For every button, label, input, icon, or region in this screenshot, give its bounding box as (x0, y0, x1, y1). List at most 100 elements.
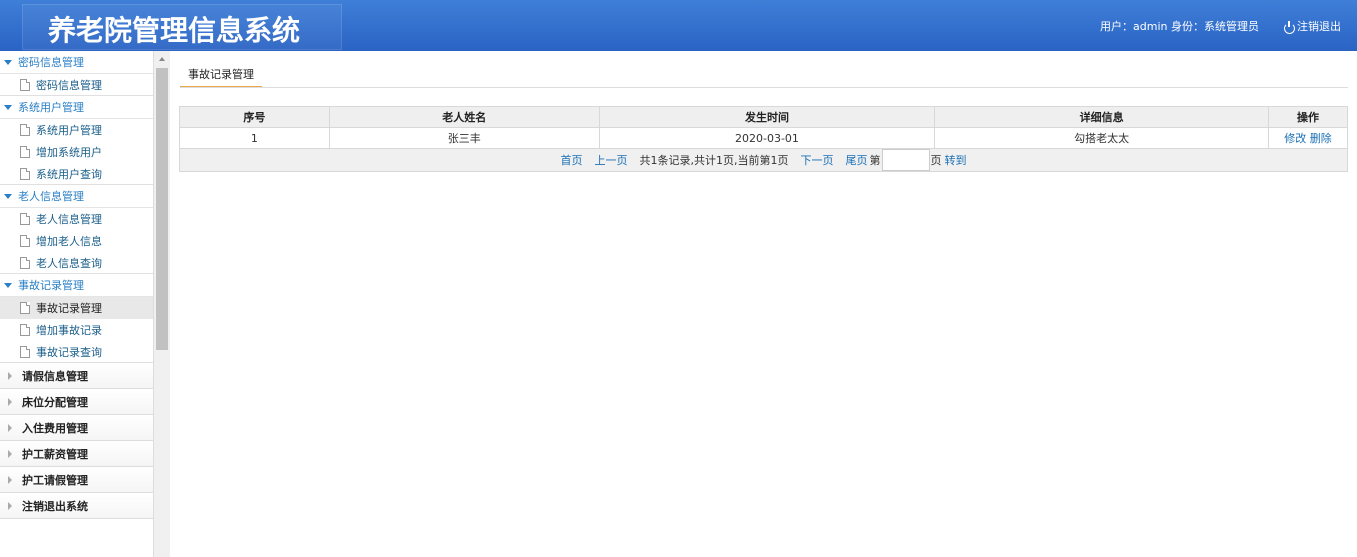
sidebar-item-label: 事故记录管理 (36, 302, 102, 315)
sidebar-item-add-system-user[interactable]: 增加系统用户 (0, 141, 153, 163)
document-icon (20, 146, 30, 158)
prev-page-link[interactable]: 上一页 (595, 152, 628, 168)
menu-group-label: 密码信息管理 (18, 56, 84, 69)
cell-name: 张三丰 (328, 127, 600, 149)
top-header: 养老院管理信息系统 用户：admin 身份：系统管理员 注销退出 (0, 0, 1357, 51)
sidebar-item-label: 增加事故记录 (36, 324, 102, 337)
sidebar-item-elder-manage[interactable]: 老人信息管理 (0, 208, 153, 230)
menu-group-password[interactable]: 密码信息管理 (0, 51, 153, 74)
document-icon (20, 345, 30, 358)
expanded-arrow-icon (4, 59, 12, 65)
sidebar-item-add-elder[interactable]: 增加老人信息 (0, 230, 153, 252)
next-page-link[interactable]: 下一页 (801, 152, 834, 168)
menu-group-label: 事故记录管理 (18, 279, 84, 292)
cell-detail: 勾搭老太太 (934, 127, 1270, 149)
menu-group-leave[interactable]: 请假信息管理 (0, 363, 153, 389)
document-icon (20, 124, 30, 136)
menu-group-system-user[interactable]: 系统用户管理 (0, 96, 153, 119)
page-number-input[interactable] (881, 149, 930, 171)
menu-group-logout[interactable]: 注销退出系统 (0, 493, 153, 519)
user-info: 用户：admin 身份：系统管理员 (1100, 20, 1259, 33)
page-suffix: 页 (930, 154, 942, 167)
logout-link[interactable]: 注销退出 (1283, 18, 1341, 34)
menu-group-label: 系统用户管理 (18, 101, 84, 114)
collapsed-arrow-icon (8, 449, 12, 458)
sidebar-item-system-user-query[interactable]: 系统用户查询 (0, 163, 153, 185)
table-header-row: 序号 老人姓名 发生时间 详细信息 操作 (179, 106, 1348, 128)
sidebar-menu: 密码信息管理 密码信息管理 系统用户管理 系统用户管理 增加系统用户 系统用户查… (0, 51, 154, 557)
cell-time: 2020-03-01 (598, 127, 936, 149)
first-page-link[interactable]: 首页 (561, 152, 583, 168)
menu-group-label: 入住费用管理 (22, 421, 88, 435)
sidebar-item-label: 增加老人信息 (36, 235, 102, 248)
menu-group-caregiver-leave[interactable]: 护工请假管理 (0, 467, 153, 493)
sidebar-item-label: 密码信息管理 (36, 78, 102, 92)
goto-page-link[interactable]: 转到 (945, 152, 967, 168)
collapsed-arrow-icon (8, 475, 12, 484)
expanded-arrow-icon (4, 193, 12, 199)
menu-group-label: 床位分配管理 (22, 395, 88, 409)
sidebar-scrollbar[interactable] (154, 51, 170, 557)
pager-row: 首页 上一页 共1条记录,共计1页,当前第1页 下一页 尾页 第 页 转到 (179, 148, 1348, 172)
menu-group-items: 密码信息管理 (0, 74, 153, 96)
tab-accident-manage[interactable]: 事故记录管理 (180, 64, 262, 88)
sidebar-item-elder-query[interactable]: 老人信息查询 (0, 252, 153, 274)
sidebar-item-accident-manage[interactable]: 事故记录管理 (0, 297, 153, 319)
document-icon (20, 302, 30, 314)
scroll-up-arrow-icon[interactable] (154, 51, 170, 67)
sidebar-item-password-manage[interactable]: 密码信息管理 (0, 74, 153, 96)
column-header-time: 发生时间 (598, 106, 936, 128)
collapsed-arrow-icon (8, 371, 12, 380)
document-icon (20, 235, 30, 247)
menu-group-items: 事故记录管理 增加事故记录 事故记录查询 (0, 297, 153, 363)
sidebar-item-add-accident[interactable]: 增加事故记录 (0, 319, 153, 341)
collapsed-arrow-icon (8, 423, 12, 432)
page-prefix: 第 (869, 154, 881, 167)
menu-group-fee[interactable]: 入住费用管理 (0, 415, 153, 441)
menu-group-label: 注销退出系统 (22, 499, 88, 513)
document-icon (20, 167, 30, 180)
column-header-detail: 详细信息 (934, 106, 1270, 128)
sidebar-item-accident-query[interactable]: 事故记录查询 (0, 341, 153, 363)
document-icon (20, 256, 30, 269)
accident-table: 序号 老人姓名 发生时间 详细信息 操作 1 张三丰 2020-03-01 勾搭… (179, 106, 1348, 172)
menu-group-label: 护工请假管理 (22, 473, 88, 487)
sidebar-item-label: 系统用户管理 (36, 124, 102, 137)
menu-group-salary[interactable]: 护工薪资管理 (0, 441, 153, 467)
document-icon (20, 78, 30, 91)
delete-link[interactable]: 删除 (1310, 132, 1332, 145)
collapsed-arrow-icon (8, 501, 12, 510)
menu-group-items: 老人信息管理 增加老人信息 老人信息查询 (0, 208, 153, 274)
document-icon (20, 213, 30, 225)
expanded-arrow-icon (4, 104, 12, 110)
table-row: 1 张三丰 2020-03-01 勾搭老太太 修改 删除 (179, 127, 1348, 149)
edit-link[interactable]: 修改 (1284, 132, 1306, 145)
app-title: 养老院管理信息系统 (48, 14, 301, 47)
menu-group-elder-info[interactable]: 老人信息管理 (0, 185, 153, 208)
expanded-arrow-icon (4, 282, 12, 288)
collapsed-arrow-icon (8, 397, 12, 406)
cell-actions: 修改 删除 (1268, 127, 1348, 149)
column-header-id: 序号 (179, 106, 330, 128)
sidebar-item-system-user-manage[interactable]: 系统用户管理 (0, 119, 153, 141)
menu-group-items: 系统用户管理 增加系统用户 系统用户查询 (0, 119, 153, 185)
tab-divider (180, 87, 1348, 88)
power-icon (1283, 20, 1295, 34)
pager-summary: 共1条记录,共计1页,当前第1页 (639, 154, 789, 167)
logout-label: 注销退出 (1297, 20, 1341, 33)
pager-cell: 首页 上一页 共1条记录,共计1页,当前第1页 下一页 尾页 第 页 转到 (179, 148, 1348, 172)
menu-group-label: 老人信息管理 (18, 190, 84, 203)
sidebar-item-label: 系统用户查询 (36, 167, 102, 181)
pagination: 首页 上一页 共1条记录,共计1页,当前第1页 下一页 尾页 第 页 转到 (180, 149, 1347, 171)
document-icon (20, 324, 30, 336)
last-page-link[interactable]: 尾页 (846, 152, 868, 168)
sidebar-item-label: 老人信息查询 (36, 256, 102, 270)
menu-group-label: 护工薪资管理 (22, 447, 88, 461)
menu-group-accident[interactable]: 事故记录管理 (0, 274, 153, 297)
scrollbar-thumb[interactable] (156, 68, 168, 350)
cell-id: 1 (179, 127, 330, 149)
column-header-name: 老人姓名 (328, 106, 600, 128)
sidebar-item-label: 增加系统用户 (36, 146, 102, 159)
column-header-action: 操作 (1268, 106, 1348, 128)
menu-group-bed[interactable]: 床位分配管理 (0, 389, 153, 415)
